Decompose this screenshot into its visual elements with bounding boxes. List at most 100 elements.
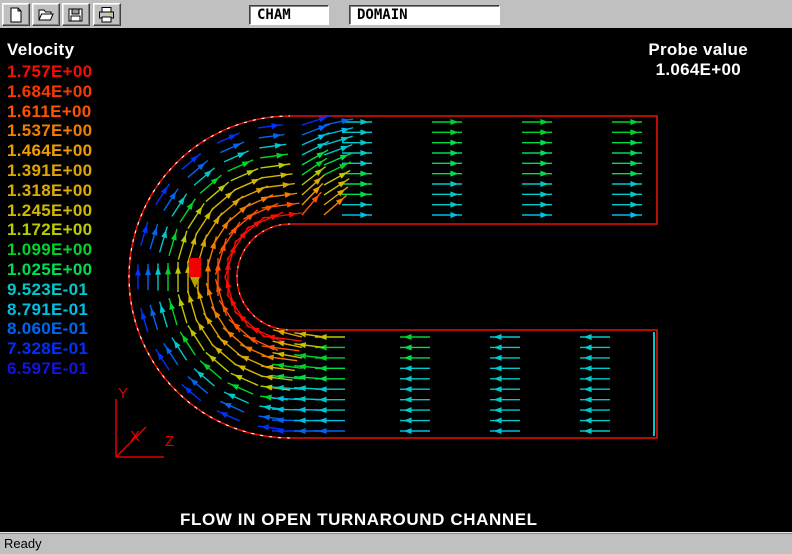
- velocity-vector: [612, 212, 642, 218]
- velocity-vector: [165, 263, 171, 291]
- velocity-vector: [178, 294, 187, 323]
- velocity-vector: [235, 217, 265, 243]
- velocity-vector: [522, 119, 552, 125]
- outer-wall-dashes: [129, 116, 290, 438]
- velocity-vector: [160, 302, 168, 328]
- velocity-vector: [580, 407, 610, 413]
- velocity-vector: [342, 171, 372, 177]
- velocity-vector: [188, 291, 197, 322]
- new-document-button[interactable]: [2, 3, 30, 26]
- velocity-vector: [490, 376, 520, 382]
- axis-label-y: Y: [118, 385, 128, 402]
- velocity-vector: [324, 128, 353, 135]
- velocity-vector: [324, 187, 348, 205]
- velocity-vector: [580, 428, 610, 434]
- velocity-vector: [212, 189, 236, 210]
- cham-field[interactable]: [249, 5, 329, 25]
- velocity-vector: [580, 418, 610, 424]
- velocity-vector: [228, 160, 254, 171]
- velocity-vector: [228, 383, 254, 394]
- velocity-vector: [234, 364, 263, 377]
- velocity-vector: [235, 311, 265, 337]
- velocity-vector: [432, 140, 462, 146]
- velocity-vector: [231, 373, 258, 385]
- open-file-button[interactable]: [32, 3, 60, 26]
- legend-entry: 1.245E+00: [7, 201, 92, 221]
- velocity-vector: [342, 212, 372, 218]
- velocity-vector: [432, 150, 462, 156]
- velocity-vector: [522, 160, 552, 166]
- status-text: Ready: [0, 533, 792, 551]
- velocity-vector: [261, 182, 295, 188]
- velocity-vector: [522, 129, 552, 135]
- velocity-vector: [342, 140, 372, 146]
- velocity-vector: [141, 222, 148, 246]
- probe-marker: [189, 258, 201, 288]
- velocity-vector: [580, 397, 610, 403]
- legend-entry: 1.757E+00: [7, 62, 92, 82]
- toolbar: [0, 0, 792, 28]
- plot-canvas[interactable]: YXZ Velocity 1.757E+001.684E+001.611E+00…: [0, 28, 792, 533]
- velocity-vector: [169, 229, 177, 256]
- velocity-vector: [224, 151, 249, 162]
- legend-entry: 1.684E+00: [7, 82, 92, 102]
- velocity-vector: [294, 385, 324, 391]
- probe-readout: Probe value 1.064E+00: [648, 40, 748, 80]
- probe-value: 1.064E+00: [648, 60, 748, 80]
- legend-entry: 1.025E+00: [7, 260, 92, 280]
- inner-wall-dashes: [237, 224, 290, 330]
- legend-entries: 1.757E+001.684E+001.611E+001.537E+001.46…: [7, 62, 92, 379]
- velocity-vector: [141, 308, 148, 332]
- velocity-vector: [612, 181, 642, 187]
- velocity-vector: [188, 161, 208, 178]
- velocity-vector: [400, 365, 430, 371]
- velocity-vector: [612, 140, 642, 146]
- velocity-vector: [432, 202, 462, 208]
- velocity-vector: [145, 264, 151, 290]
- velocity-vector: [580, 376, 610, 382]
- velocity-vector: [612, 191, 642, 197]
- velocity-vector: [522, 140, 552, 146]
- velocity-vector: [258, 123, 283, 129]
- velocity-vector: [490, 397, 520, 403]
- legend-entry: 1.099E+00: [7, 240, 92, 260]
- velocity-vector: [216, 238, 227, 274]
- save-button[interactable]: [62, 3, 90, 26]
- legend-entry: 1.172E+00: [7, 220, 92, 240]
- velocity-vector: [225, 240, 236, 278]
- velocity-vector: [262, 202, 300, 208]
- velocity-vector: [261, 163, 291, 169]
- vector-field: [135, 116, 642, 434]
- velocity-vector: [400, 376, 430, 382]
- legend-entry: 8.791E-01: [7, 300, 92, 320]
- velocity-vector: [400, 386, 430, 392]
- domain-field[interactable]: [349, 5, 500, 25]
- velocity-vector: [260, 153, 288, 159]
- velocity-vector: [258, 425, 283, 431]
- new-document-icon: [6, 6, 26, 24]
- velocity-vector: [580, 334, 610, 340]
- legend-entry: 1.611E+00: [7, 102, 92, 122]
- velocity-vector: [294, 428, 324, 434]
- print-button[interactable]: [93, 3, 121, 26]
- velocity-vector: [522, 181, 552, 187]
- legend-entry: 1.537E+00: [7, 121, 92, 141]
- open-folder-icon: [36, 6, 56, 24]
- legend-entry: 6.597E-01: [7, 359, 92, 379]
- velocity-vector: [400, 355, 430, 361]
- velocity-vector: [522, 212, 552, 218]
- velocity-vector: [227, 226, 249, 260]
- velocity-vector: [490, 365, 520, 371]
- application-window: YXZ Velocity 1.757E+001.684E+001.611E+00…: [0, 0, 792, 554]
- velocity-vector: [490, 344, 520, 350]
- axis-label-z: Z: [165, 433, 174, 450]
- velocity-vector: [224, 392, 249, 403]
- legend-entry: 1.318E+00: [7, 181, 92, 201]
- velocity-vector: [294, 375, 324, 381]
- velocity-vector: [432, 191, 462, 197]
- velocity-vector: [169, 298, 177, 325]
- velocity-vector: [150, 224, 157, 249]
- vector-plot-svg: YXZ: [0, 28, 792, 533]
- plot-title: FLOW IN OPEN TURNAROUND CHANNEL: [180, 510, 538, 530]
- velocity-vector: [400, 418, 430, 424]
